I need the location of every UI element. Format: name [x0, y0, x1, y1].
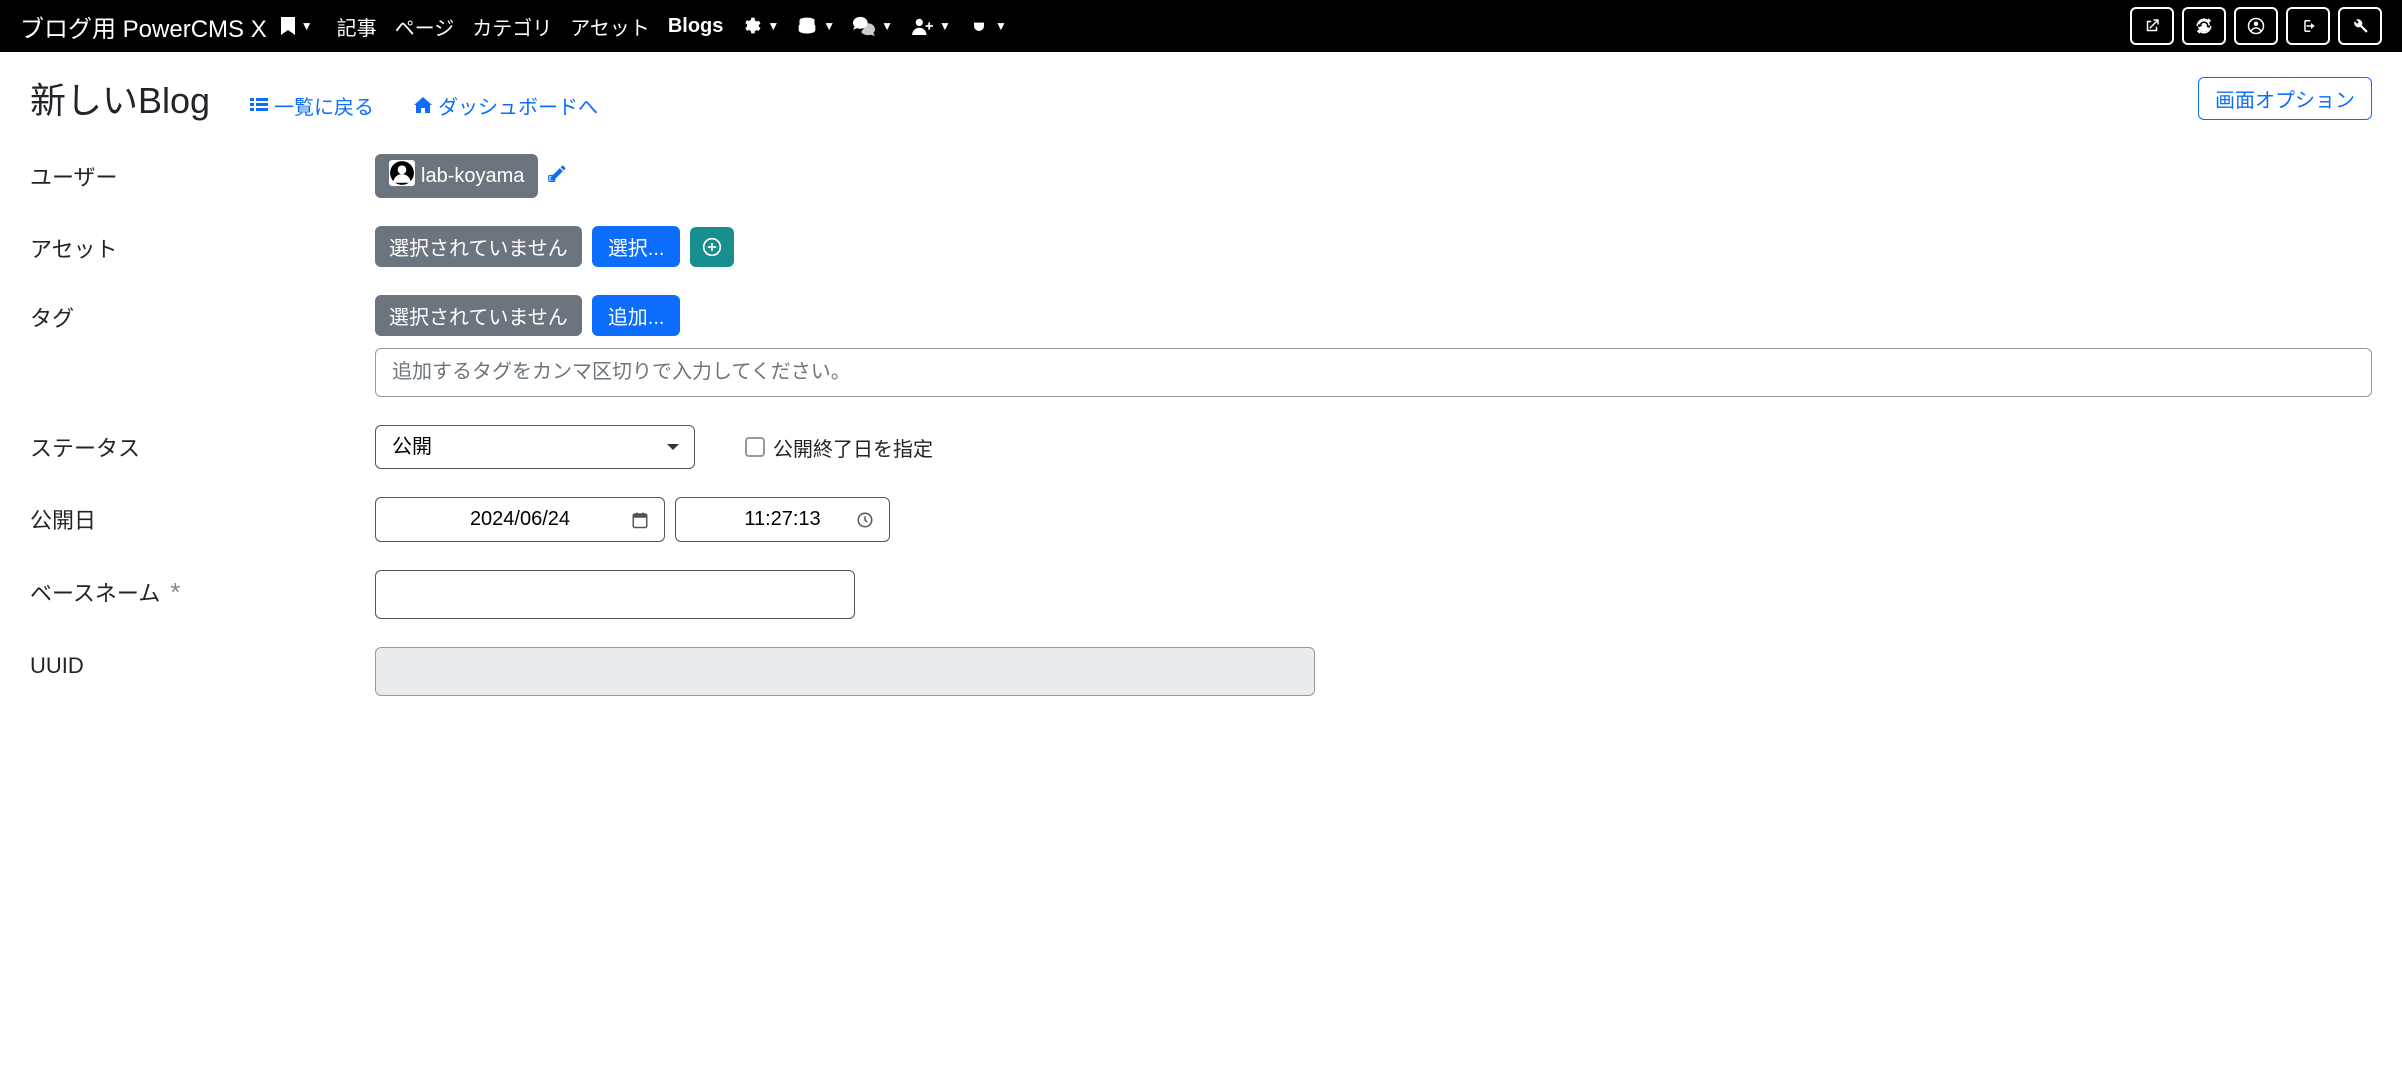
brand-title[interactable]: ブログ用 PowerCMS X — [20, 9, 267, 44]
tools-button[interactable] — [2338, 7, 2382, 45]
caret-down-icon: ▼ — [301, 19, 313, 33]
user-name: lab-koyama — [421, 165, 524, 188]
user-label: ユーザー — [30, 154, 375, 192]
comments-icon — [853, 16, 875, 36]
database-dropdown[interactable]: ▼ — [797, 16, 835, 36]
basename-input[interactable] — [375, 570, 855, 619]
required-asterisk: * — [170, 577, 180, 608]
refresh-icon — [2195, 17, 2213, 35]
tag-none-badge: 選択されていません — [375, 295, 582, 336]
refresh-button[interactable] — [2182, 7, 2226, 45]
asset-label: アセット — [30, 226, 375, 264]
logout-button[interactable] — [2286, 7, 2330, 45]
user-button[interactable] — [2234, 7, 2278, 45]
settings-dropdown[interactable]: ▼ — [741, 16, 779, 36]
status-enddate-label[interactable]: 公開終了日を指定 — [745, 433, 933, 462]
asset-select-button[interactable]: 選択... — [592, 226, 681, 267]
uuid-label: UUID — [30, 647, 375, 679]
basename-label: ベースネーム — [30, 576, 160, 608]
plus-circle-icon — [702, 237, 722, 257]
caret-down-icon: ▼ — [767, 19, 779, 33]
caret-down-icon: ▼ — [939, 19, 951, 33]
back-to-list-label: 一覧に戻る — [274, 91, 374, 120]
home-icon — [414, 97, 432, 113]
tag-add-button[interactable]: 追加... — [592, 295, 681, 336]
asset-none-badge: 選択されていません — [375, 226, 582, 267]
nav-page[interactable]: ページ — [395, 12, 455, 41]
plugin-dropdown[interactable]: ▼ — [969, 16, 1007, 36]
user-plus-icon — [911, 17, 933, 35]
external-link-button[interactable] — [2130, 7, 2174, 45]
comments-dropdown[interactable]: ▼ — [853, 16, 893, 36]
page-title: 新しいBlog — [30, 72, 210, 124]
nav-asset[interactable]: アセット — [570, 12, 650, 41]
logout-icon — [2299, 17, 2317, 35]
published-date-input[interactable] — [375, 497, 665, 542]
caret-down-icon: ▼ — [995, 19, 1007, 33]
user-avatar-icon — [389, 160, 415, 192]
gear-icon — [741, 16, 761, 36]
database-icon — [797, 16, 817, 36]
status-label: ステータス — [30, 425, 375, 463]
caret-down-icon: ▼ — [823, 19, 835, 33]
plug-icon — [969, 16, 989, 36]
nav-blogs[interactable]: Blogs — [668, 15, 724, 38]
status-enddate-text: 公開終了日を指定 — [773, 433, 933, 462]
nav-entry[interactable]: 記事 — [337, 12, 377, 41]
screen-option-button[interactable]: 画面オプション — [2198, 77, 2372, 120]
back-to-list-link[interactable]: 一覧に戻る — [250, 91, 374, 120]
user-edit-button[interactable] — [548, 163, 568, 189]
status-select[interactable]: 公開 — [375, 425, 695, 469]
user-add-dropdown[interactable]: ▼ — [911, 17, 951, 35]
list-icon — [250, 97, 268, 113]
dashboard-link[interactable]: ダッシュボードへ — [414, 91, 598, 120]
clock-icon — [856, 511, 874, 529]
asset-add-button[interactable] — [690, 227, 734, 267]
tag-input[interactable] — [375, 348, 2372, 397]
uuid-input — [375, 647, 1315, 696]
bookmark-icon — [281, 17, 295, 35]
published-label: 公開日 — [30, 497, 375, 535]
edit-icon — [548, 163, 568, 183]
bookmark-dropdown[interactable]: ▼ — [281, 17, 313, 35]
nav-category[interactable]: カテゴリ — [472, 12, 552, 41]
dashboard-label: ダッシュボードへ — [438, 91, 598, 120]
tag-label: タグ — [30, 295, 375, 333]
user-badge: lab-koyama — [375, 154, 538, 198]
status-enddate-checkbox[interactable] — [745, 437, 765, 457]
caret-down-icon: ▼ — [881, 19, 893, 33]
wrench-icon — [2351, 17, 2369, 35]
calendar-icon — [631, 511, 649, 529]
external-link-icon — [2143, 17, 2161, 35]
user-circle-icon — [2247, 17, 2265, 35]
